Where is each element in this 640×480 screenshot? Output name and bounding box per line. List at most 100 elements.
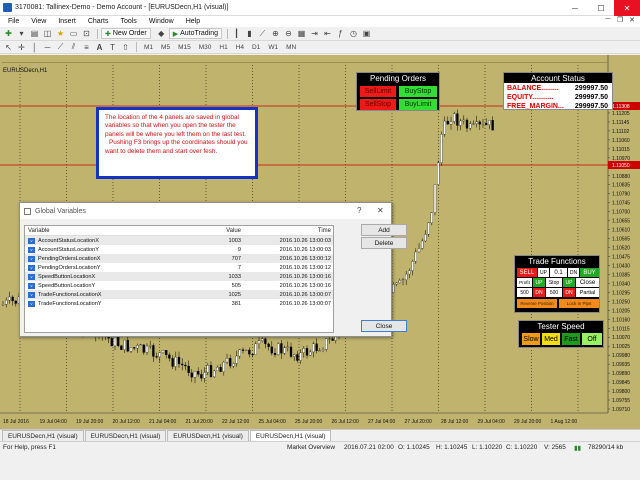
lock-in-pips-button[interactable]: Lock in Pips: [559, 299, 599, 308]
menu-view[interactable]: View: [25, 18, 52, 25]
vertical-line-icon[interactable]: │: [29, 42, 40, 52]
line-chart-icon[interactable]: ⟋: [257, 29, 268, 39]
timeframe-m15[interactable]: M15: [174, 44, 195, 51]
col-variable[interactable]: Variable: [25, 228, 175, 234]
timeframe-m1[interactable]: M1: [140, 44, 157, 51]
table-row[interactable]: v SpeedButtonLocationY 505 2016.10.26 13:00…: [25, 281, 333, 290]
new-order-button[interactable]: ✚ New Order: [101, 28, 151, 39]
periods-icon[interactable]: ◷: [348, 29, 359, 39]
menu-insert[interactable]: Insert: [52, 18, 82, 25]
close-position-button[interactable]: Close: [576, 278, 599, 287]
col-time[interactable]: Time: [245, 228, 333, 234]
lot-up-button[interactable]: UP: [538, 268, 549, 277]
buy-limit-button[interactable]: BuyLimit: [399, 99, 437, 110]
strategy-tester-icon[interactable]: ⊡: [81, 29, 92, 39]
table-row[interactable]: v AccountStatusLocationX 1003 2016.10.26 13…: [25, 236, 333, 245]
data-window-icon[interactable]: ◫: [42, 29, 53, 39]
candle-chart-icon[interactable]: ▮: [244, 29, 255, 39]
timeframe-mn[interactable]: MN: [282, 44, 300, 51]
new-chart-icon[interactable]: ✚: [3, 29, 14, 39]
close-button[interactable]: Close: [361, 320, 407, 332]
speed-fast-button[interactable]: Fast: [562, 333, 580, 345]
navigator-icon[interactable]: ★: [55, 29, 66, 39]
table-row[interactable]: v TradeFunctionsLocationX 1025 2016.10.26 1…: [25, 290, 333, 299]
templates-icon[interactable]: ▣: [361, 29, 372, 39]
trendline-icon[interactable]: ⟋: [55, 42, 66, 52]
stop-up-button[interactable]: UP: [563, 278, 575, 287]
terminal-icon[interactable]: ▭: [68, 29, 79, 39]
minimize-button[interactable]: ─: [562, 0, 588, 16]
autoscroll-icon[interactable]: ⇥: [309, 29, 320, 39]
close-window-button[interactable]: ✕: [614, 0, 640, 16]
cursor-icon[interactable]: ↖: [3, 42, 14, 52]
menu-charts[interactable]: Charts: [82, 18, 115, 25]
profiles-icon[interactable]: ▾: [16, 29, 27, 39]
lot-down-button[interactable]: DN: [568, 268, 579, 277]
add-button[interactable]: Add: [361, 224, 407, 236]
stop-down-button[interactable]: DN: [563, 288, 575, 297]
timeframe-h4[interactable]: H4: [232, 44, 248, 51]
menu-file[interactable]: File: [2, 18, 25, 25]
table-row[interactable]: v TradeFunctionsLocationY 381 2016.10.26 13…: [25, 299, 333, 308]
indicators-icon[interactable]: ƒ: [335, 29, 346, 39]
sell-limit-button[interactable]: SellLimit: [360, 86, 396, 97]
profit-down-button[interactable]: DN: [533, 288, 545, 297]
dialog-help-button[interactable]: ?: [357, 206, 361, 215]
market-watch-icon[interactable]: ▤: [29, 29, 40, 39]
mdi-close-button[interactable]: ✕: [626, 16, 638, 24]
close-icon[interactable]: ✕: [377, 206, 384, 215]
chart-tab[interactable]: EURUSDecn,H1 (visual): [84, 430, 167, 441]
fibonacci-icon[interactable]: ≡: [81, 42, 92, 52]
menu-window[interactable]: Window: [143, 18, 180, 25]
table-row[interactable]: v PendingOrdersLocationX 707 2016.10.26 13:…: [25, 254, 333, 263]
zoom-out-icon[interactable]: ⊖: [283, 29, 294, 39]
buy-button[interactable]: BUY: [580, 268, 599, 277]
bar-chart-icon[interactable]: ┃: [231, 29, 242, 39]
menu-tools[interactable]: Tools: [114, 18, 142, 25]
stop-pips-value[interactable]: 500: [546, 288, 562, 297]
col-value[interactable]: Value: [175, 228, 245, 234]
maximize-button[interactable]: ☐: [588, 0, 614, 16]
partial-close-button[interactable]: Partial: [576, 288, 599, 297]
menu-help[interactable]: Help: [180, 18, 206, 25]
profit-pips-value[interactable]: 500: [517, 288, 532, 297]
chart-tab[interactable]: EURUSDecn,H1 (visual): [167, 430, 249, 441]
mdi-restore-button[interactable]: ❐: [614, 16, 626, 24]
time-tick-label: 21 Jul 20:00: [186, 419, 213, 425]
timeframe-m5[interactable]: M5: [157, 44, 174, 51]
speed-med-button[interactable]: Med: [542, 333, 560, 345]
variable-icon: v: [28, 246, 35, 253]
timeframe-m30[interactable]: M30: [195, 44, 216, 51]
sell-button[interactable]: SELL: [517, 268, 537, 277]
table-row[interactable]: v SpeedButtonLocationX 1033 2016.10.26 13:0…: [25, 272, 333, 281]
reverse-position-button[interactable]: Reverse Position: [517, 299, 557, 308]
arrows-icon[interactable]: ⇧: [120, 42, 131, 52]
channel-icon[interactable]: ⫽: [68, 42, 79, 52]
sell-stop-button[interactable]: SellStop: [360, 99, 396, 110]
metaeditor-icon[interactable]: ◆: [156, 29, 167, 39]
autotrading-button[interactable]: ▶ AutoTrading: [168, 28, 222, 39]
lot-size-value[interactable]: 0.1: [550, 268, 567, 277]
zoom-in-icon[interactable]: ⊕: [270, 29, 281, 39]
speed-slow-button[interactable]: Slow: [522, 333, 540, 345]
mdi-minimize-button[interactable]: ─: [602, 16, 614, 24]
timeframe-d1[interactable]: D1: [248, 44, 264, 51]
tile-icon[interactable]: ▦: [296, 29, 307, 39]
chart-tab-active[interactable]: EURUSDecn,H1 (visual): [249, 430, 332, 441]
label-icon[interactable]: T: [107, 42, 118, 52]
crosshair-icon[interactable]: ✛: [16, 42, 27, 52]
table-row[interactable]: v PendingOrdersLocationY 7 2016.10.26 13:00…: [25, 263, 333, 272]
text-icon[interactable]: A: [94, 42, 105, 52]
variable-name-cell: v PendingOrdersLocationY: [25, 264, 175, 271]
delete-button[interactable]: Delete: [361, 237, 407, 249]
candle-body: [8, 296, 11, 301]
timeframe-h1[interactable]: H1: [215, 44, 231, 51]
chart-tab[interactable]: EURUSDecn,H1 (visual): [2, 430, 84, 441]
speed-off-button[interactable]: Off: [582, 333, 602, 345]
buy-stop-button[interactable]: BuyStop: [399, 86, 437, 97]
table-row[interactable]: v AccountStatusLocationY 9 2016.10.26 13:00…: [25, 245, 333, 254]
timeframe-w1[interactable]: W1: [264, 44, 282, 51]
chart-shift-icon[interactable]: ⇤: [322, 29, 333, 39]
profit-up-button[interactable]: UP: [533, 278, 545, 287]
horizontal-line-icon[interactable]: ─: [42, 42, 53, 52]
